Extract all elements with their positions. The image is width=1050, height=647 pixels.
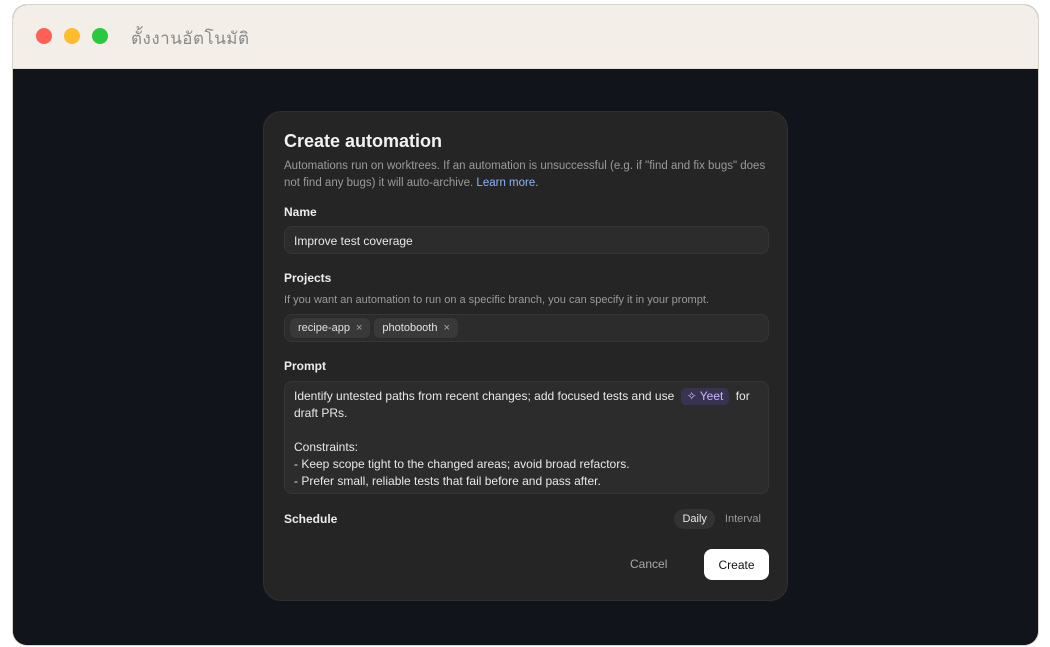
projects-label: Projects <box>284 271 332 285</box>
schedule-option-daily[interactable]: Daily <box>674 509 715 529</box>
prompt-textarea[interactable]: Identify untested paths from recent chan… <box>284 381 769 494</box>
prompt-text: for <box>735 389 750 403</box>
close-window-button[interactable] <box>36 28 52 44</box>
prompt-line: draft PRs. <box>294 406 348 420</box>
schedule-toggle: Daily Interval <box>674 509 769 529</box>
project-chip-label: recipe-app <box>298 322 350 334</box>
project-chip-photobooth: photobooth × <box>374 318 458 338</box>
minimize-window-button[interactable] <box>64 28 80 44</box>
remove-chip-icon[interactable]: × <box>356 322 362 334</box>
prompt-line: Identify untested paths from recent chan… <box>294 388 759 405</box>
learn-more-link[interactable]: Learn more. <box>476 177 538 189</box>
name-label: Name <box>284 205 317 219</box>
yeet-tag-label: Yeet <box>699 389 724 403</box>
create-button[interactable]: Create <box>704 549 769 580</box>
dialog-description: Automations run on worktrees. If an auto… <box>284 158 769 192</box>
name-input[interactable]: Improve test coverage <box>284 226 769 254</box>
window-title: ตั้งงานอัตโนมัติ <box>131 29 250 49</box>
prompt-line: - Keep scope tight to the changed areas;… <box>294 457 630 471</box>
project-chip-recipe-app: recipe-app × <box>290 318 371 338</box>
create-automation-dialog: Create automation Automations run on wor… <box>263 111 788 601</box>
dialog-title: Create automation <box>284 131 443 151</box>
yeet-skill-tag[interactable]: ✧ Yeet <box>680 388 730 405</box>
projects-hint: If you want an automation to run on a sp… <box>284 294 709 306</box>
remove-chip-icon[interactable]: × <box>443 322 449 334</box>
projects-input[interactable]: recipe-app × photobooth × <box>284 314 769 342</box>
prompt-text: Identify untested paths from recent chan… <box>294 389 675 403</box>
app-window: ตั้งงานอัตโนมัติ Create automation Autom… <box>13 5 1038 645</box>
main-content: Create automation Automations run on wor… <box>13 69 1038 645</box>
prompt-line: Constraints: <box>294 440 359 454</box>
project-chip-label: photobooth <box>382 322 438 334</box>
prompt-blank-line <box>294 422 759 439</box>
cancel-button[interactable]: Cancel <box>630 557 667 571</box>
prompt-label: Prompt <box>284 359 326 373</box>
sparkle-icon: ✧ <box>686 389 697 403</box>
title-bar: ตั้งงานอัตโนมัติ <box>13 5 1038 69</box>
schedule-option-interval[interactable]: Interval <box>717 509 769 529</box>
prompt-line: - Prefer small, reliable tests that fail… <box>294 474 601 488</box>
zoom-window-button[interactable] <box>92 28 108 44</box>
schedule-label: Schedule <box>284 512 338 526</box>
